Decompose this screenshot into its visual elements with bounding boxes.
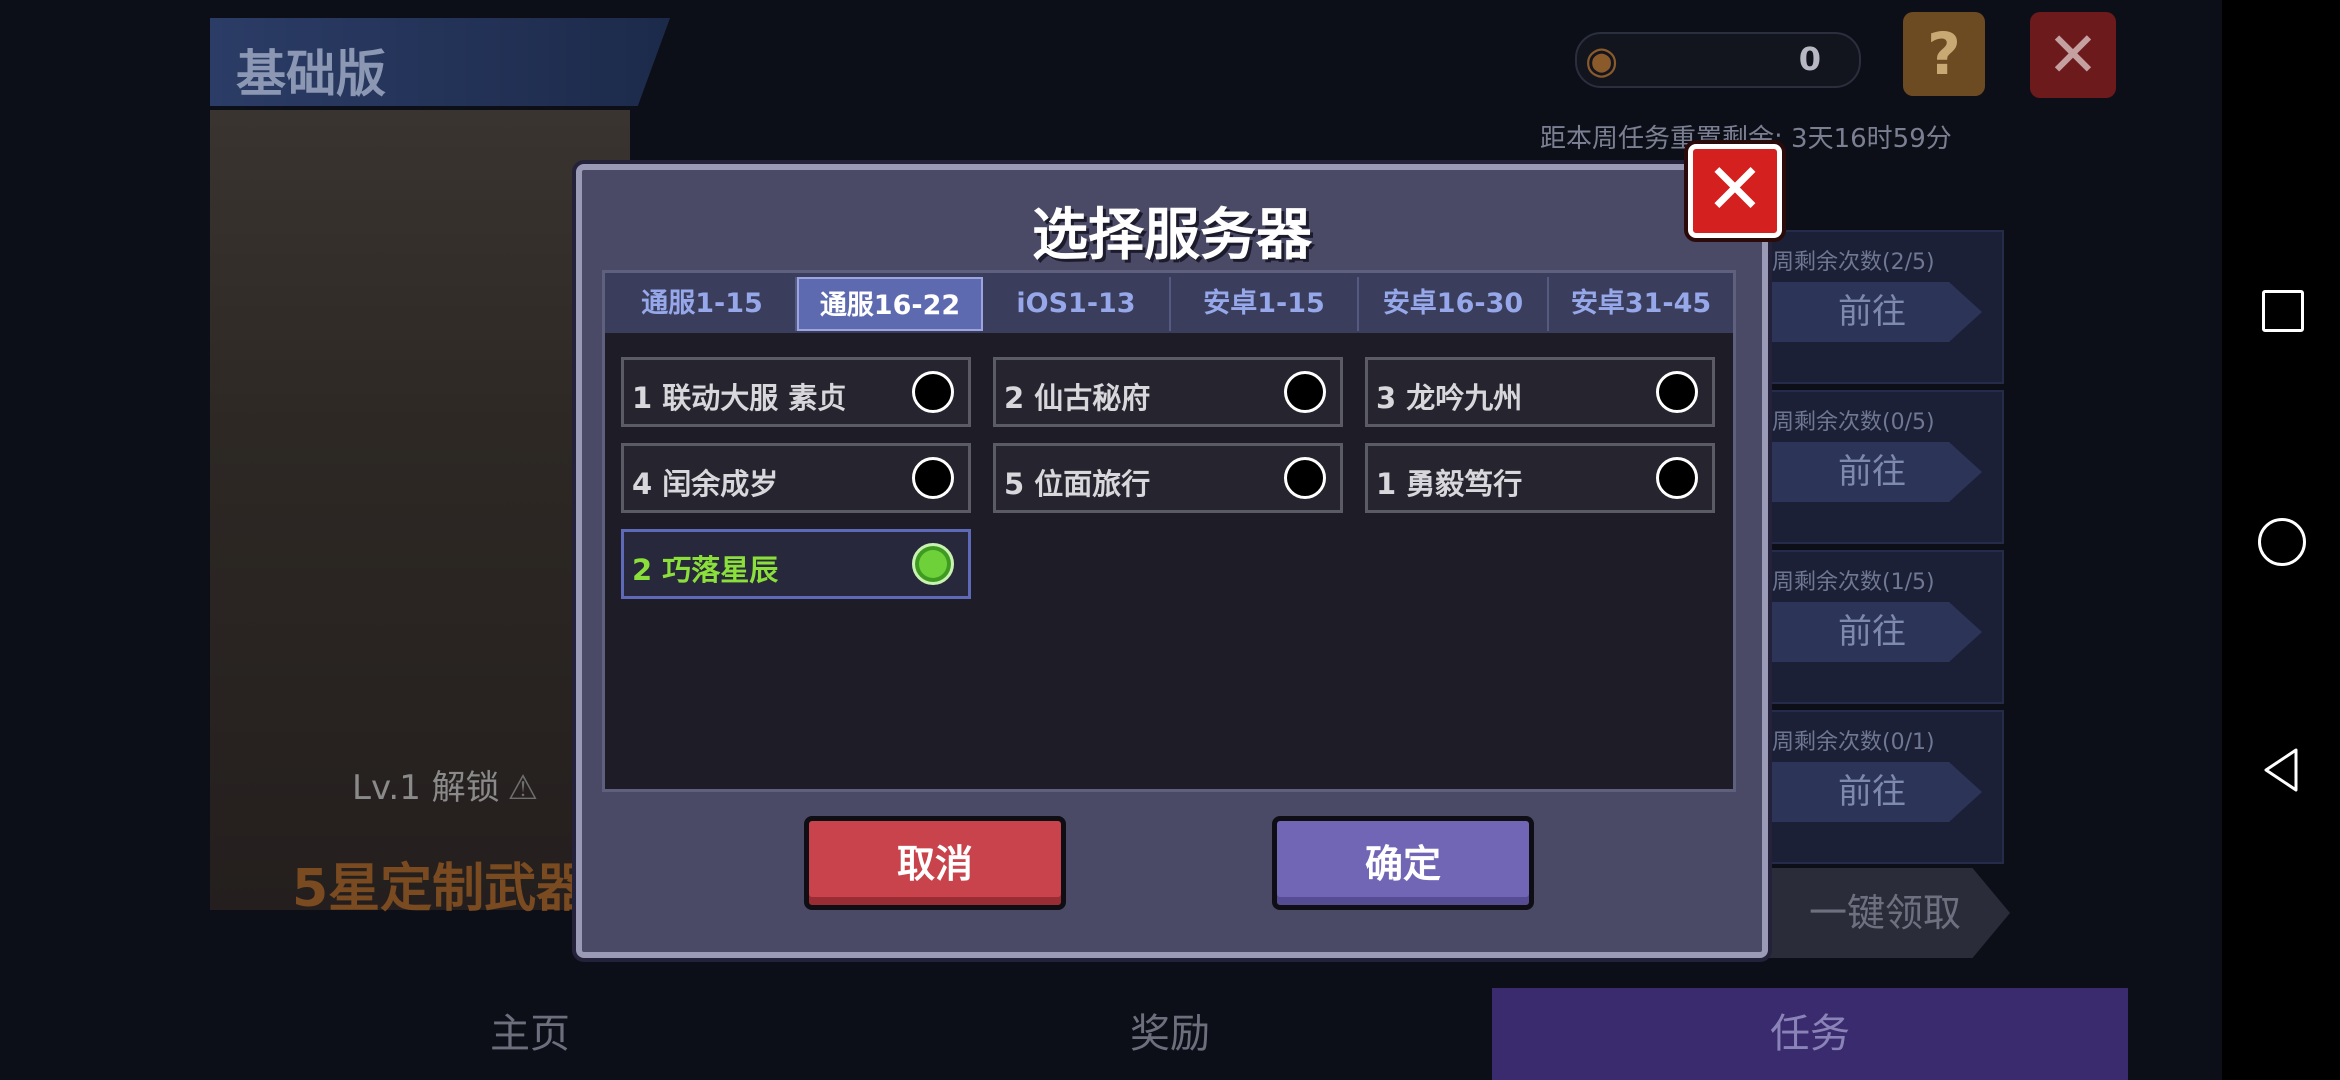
help-button[interactable]: ? [1903,12,1985,96]
server-name: 2 仙古秘府 [1004,381,1151,415]
dialog-close-button[interactable]: ✕ [1688,144,1782,238]
server-option[interactable]: 5 位面旅行 [993,443,1343,513]
tab-server-group[interactable]: 安卓1-15 [1171,277,1359,331]
recent-apps-icon[interactable] [2262,290,2304,332]
nav-rewards[interactable]: 奖励 [1020,988,1320,1080]
server-name: 5 位面旅行 [1004,467,1151,501]
task-card: 周剩余次数(0/1) 前往 [1760,710,2004,864]
radio-button[interactable] [912,371,954,413]
radio-button-checked[interactable] [912,543,954,585]
edition-label: 基础版 [236,45,386,103]
server-option[interactable]: 3 龙吟九州 [1365,357,1715,427]
server-name: 2 巧落星辰 [632,553,779,587]
weapon-reward-text: 5星定制武器 [292,859,589,919]
task-remaining: 周剩余次数(0/1) [1772,730,1935,755]
tab-server-group[interactable]: 通服1-15 [609,277,797,331]
tab-server-group[interactable]: 安卓31-45 [1549,277,1733,331]
edition-banner: 基础版 [210,18,670,106]
radio-button[interactable] [1284,371,1326,413]
task-remaining: 周剩余次数(1/5) [1772,570,1935,595]
radio-button[interactable] [1656,457,1698,499]
task-card: 周剩余次数(0/5) 前往 [1760,390,2004,544]
server-name: 4 闰余成岁 [632,467,779,501]
nav-home[interactable]: 主页 [380,988,680,1080]
server-select-dialog: 选择服务器 ✕ 通服1-15 通服16-22 iOS1-13 安卓1-15 安卓… [576,144,1782,958]
task-remaining: 周剩余次数(2/5) [1772,250,1935,275]
server-panel: 通服1-15 通服16-22 iOS1-13 安卓1-15 安卓16-30 安卓… [602,270,1736,792]
task-card: 周剩余次数(1/5) 前往 [1760,550,2004,704]
home-icon[interactable] [2258,518,2306,566]
nav-tasks[interactable]: 任务 [1492,988,2128,1080]
radio-button[interactable] [912,457,954,499]
coin-icon: ◉ [1585,38,1619,82]
server-name: 1 联动大服 素贞 [632,381,847,415]
task-remaining: 周剩余次数(0/5) [1772,410,1935,435]
level-unlock-label: Lv.1 解锁 ⚠ [352,760,538,809]
bottom-nav: 主页 奖励 任务 [0,988,2222,1080]
task-go-button[interactable]: 前往 [1762,282,1982,342]
server-option[interactable]: 1 联动大服 素贞 [621,357,971,427]
server-option-selected[interactable]: 2 巧落星辰 [621,529,971,599]
server-option[interactable]: 4 闰余成岁 [621,443,971,513]
task-go-button[interactable]: 前往 [1762,602,1982,662]
level-unlock-text: Lv.1 解锁 [352,768,500,808]
confirm-button[interactable]: 确定 [1272,816,1534,910]
server-option[interactable]: 1 勇毅笃行 [1365,443,1715,513]
currency-display: ◉ 0 [1575,32,1861,88]
radio-button[interactable] [1656,371,1698,413]
task-go-button[interactable]: 前往 [1762,762,1982,822]
server-name: 1 勇毅笃行 [1376,467,1523,501]
tab-server-group[interactable]: 安卓16-30 [1359,277,1549,331]
alert-icon: ⚠ [507,768,539,808]
server-group-tabs: 通服1-15 通服16-22 iOS1-13 安卓1-15 安卓16-30 安卓… [605,273,1733,333]
dialog-title: 选择服务器 [1032,203,1312,268]
tab-server-group-active[interactable]: 通服16-22 [797,277,983,331]
back-icon[interactable] [2260,746,2302,794]
currency-value: 0 [1798,40,1821,78]
close-page-button[interactable]: ✕ [2030,12,2116,98]
tab-server-group[interactable]: iOS1-13 [983,277,1171,331]
radio-button[interactable] [1284,457,1326,499]
server-option[interactable]: 2 仙古秘府 [993,357,1343,427]
claim-all-button[interactable]: 一键领取 [1760,868,2010,958]
task-go-button[interactable]: 前往 [1762,442,1982,502]
task-card: 周剩余次数(2/5) 前往 [1760,230,2004,384]
cancel-button[interactable]: 取消 [804,816,1066,910]
server-name: 3 龙吟九州 [1376,381,1523,415]
